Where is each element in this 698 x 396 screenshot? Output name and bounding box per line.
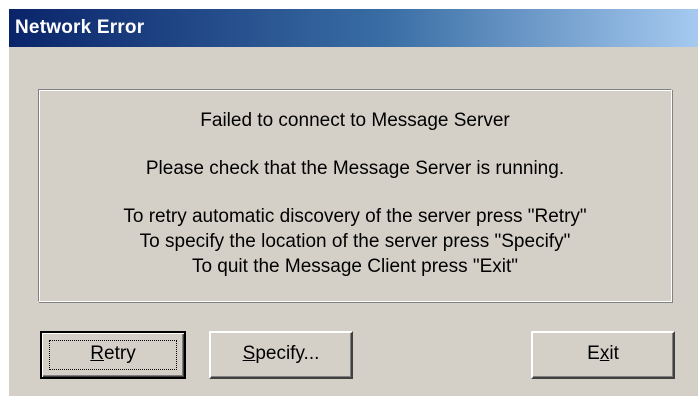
- message-line-5: To quit the Message Client press "Exit": [191, 256, 519, 277]
- exit-button-label: Exit: [587, 343, 619, 364]
- retry-button[interactable]: Retry: [40, 331, 186, 379]
- message-line-3: To retry automatic discovery of the serv…: [123, 206, 587, 227]
- retry-label-rest: etry: [104, 343, 136, 364]
- message-line-1: Failed to connect to Message Server: [200, 110, 510, 131]
- exit-label-rest: it: [609, 343, 619, 364]
- message-line-4: To specify the location of the server pr…: [139, 231, 571, 252]
- title-bar[interactable]: Network Error: [9, 9, 698, 47]
- exit-mnemonic: x: [599, 343, 610, 364]
- specify-label-rest: pecify...: [255, 343, 320, 364]
- message-panel: Failed to connect to Message Server Plea…: [38, 89, 672, 302]
- exit-button[interactable]: Exit: [531, 331, 675, 379]
- specify-button[interactable]: Specify...: [209, 331, 353, 379]
- specify-mnemonic: S: [242, 343, 256, 364]
- dialog-title: Network Error: [15, 17, 145, 38]
- retry-button-label: Retry: [90, 343, 135, 364]
- retry-mnemonic: R: [90, 343, 105, 364]
- specify-button-label: Specify...: [243, 343, 320, 364]
- message-line-2: Please check that the Message Server is …: [145, 158, 565, 179]
- exit-label-first: E: [587, 343, 600, 364]
- network-error-dialog: Network Error Failed to connect to Messa…: [8, 8, 698, 396]
